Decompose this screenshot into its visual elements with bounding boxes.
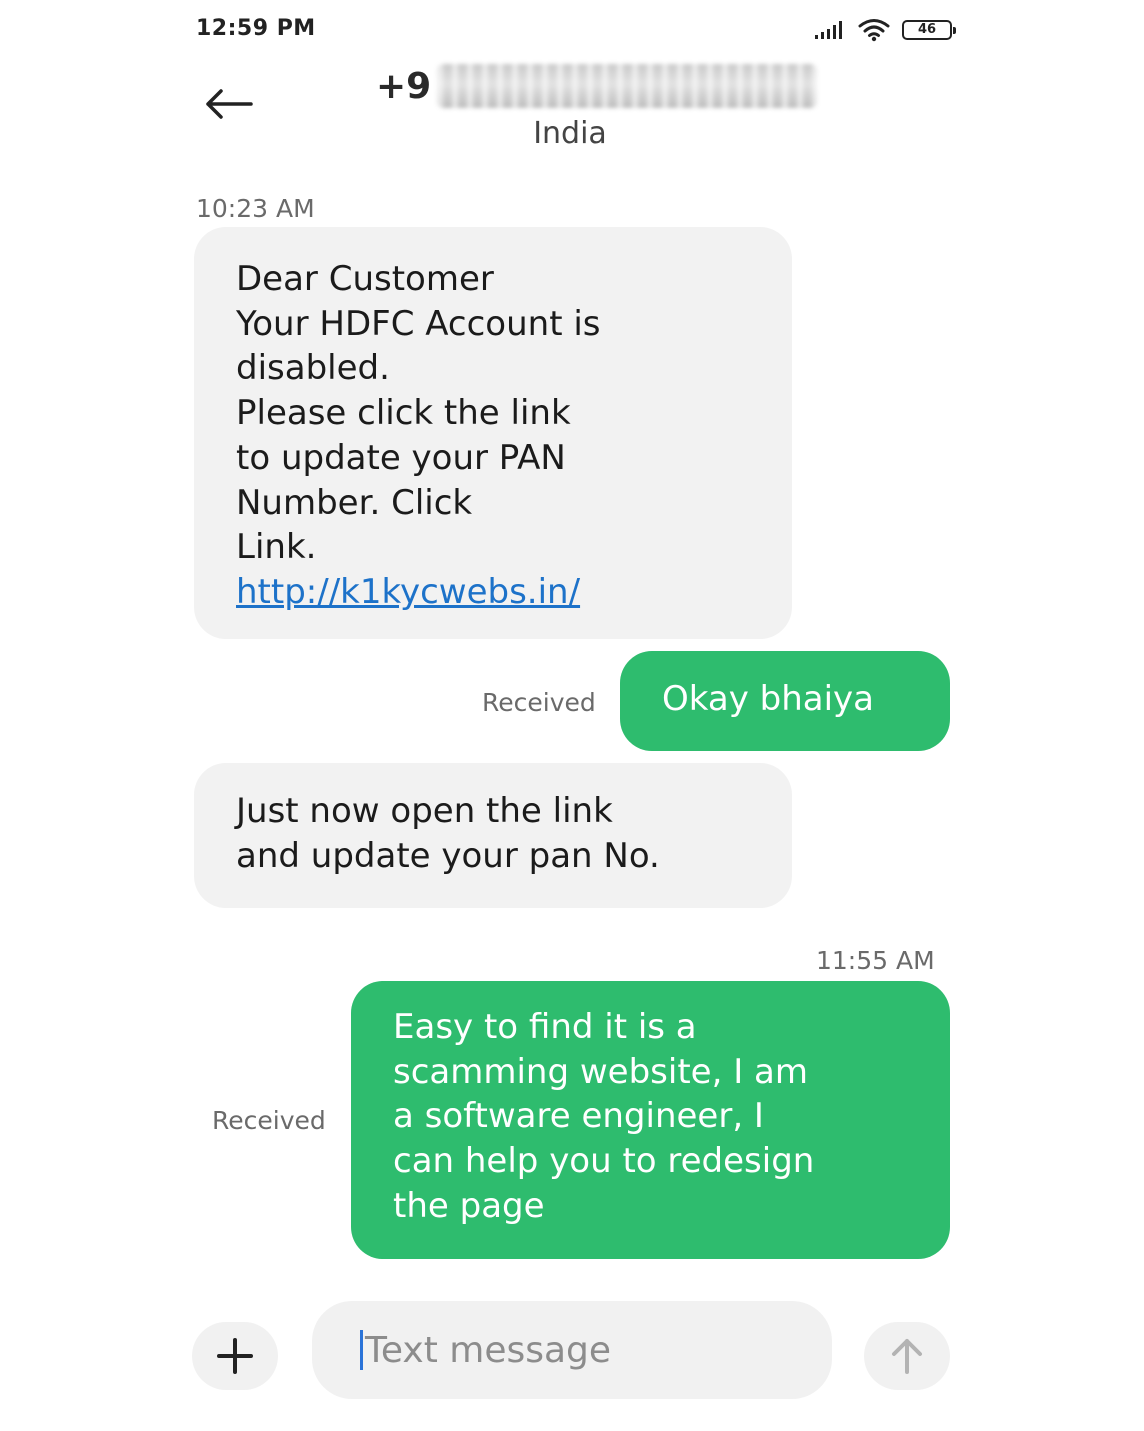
message-line: Link. [236,527,317,568]
message-link[interactable]: http://k1kycwebs.in/ [236,570,580,615]
plus-icon [217,1338,253,1374]
incoming-message-bubble: Dear Customer Your HDFC Account is disab… [194,227,792,639]
outgoing-message-bubble: Easy to find it is a scamming website, I… [351,981,950,1259]
back-button[interactable] [200,82,258,126]
message-line: Easy to find it is a [393,1007,697,1047]
timestamp: 11:55 AM [816,946,935,975]
message-line: Okay bhaiya [662,679,874,719]
message-line: and update your pan No. [236,835,660,876]
text-caret [360,1330,363,1370]
contact-number-visible: +9 [376,65,432,107]
send-arrow-up-icon [892,1339,922,1374]
send-button[interactable] [864,1322,950,1390]
status-icons: 46 [814,16,956,44]
message-line: Number. Click [236,482,473,523]
message-line: the page [393,1185,545,1226]
message-line: Dear Customer [236,259,494,299]
battery-level: 46 [917,22,937,37]
message-input-placeholder: Text message [365,1329,612,1371]
add-attachment-button[interactable] [192,1322,278,1390]
redacted-number [437,64,818,108]
contact-number: +9 [376,62,818,110]
delivery-status: Received [482,688,596,717]
message-input[interactable]: Text message [312,1301,832,1399]
message-line: to update your PAN [236,437,566,478]
message-line: Just now open the link [236,791,613,831]
message-line: scamming website, I am [393,1051,808,1092]
delivery-status: Received [212,1106,326,1135]
outgoing-message-bubble: Okay bhaiya [620,651,950,751]
message-line: a software engineer, I [393,1096,764,1137]
message-line: Please click the link [236,393,571,434]
wifi-icon [858,19,890,42]
message-line: can help you to redesign [393,1141,815,1182]
timestamp: 10:23 AM [196,194,315,223]
battery-icon: 46 [902,20,956,40]
message-line: Your HDFC Account is [236,303,601,344]
incoming-message-bubble: Just now open the link and update your p… [194,763,792,908]
back-arrow-icon [206,89,253,119]
message-line: disabled. [236,348,390,389]
signal-bars-icon [815,21,842,39]
status-time: 12:59 PM [196,16,316,41]
contact-country: India [533,116,607,151]
